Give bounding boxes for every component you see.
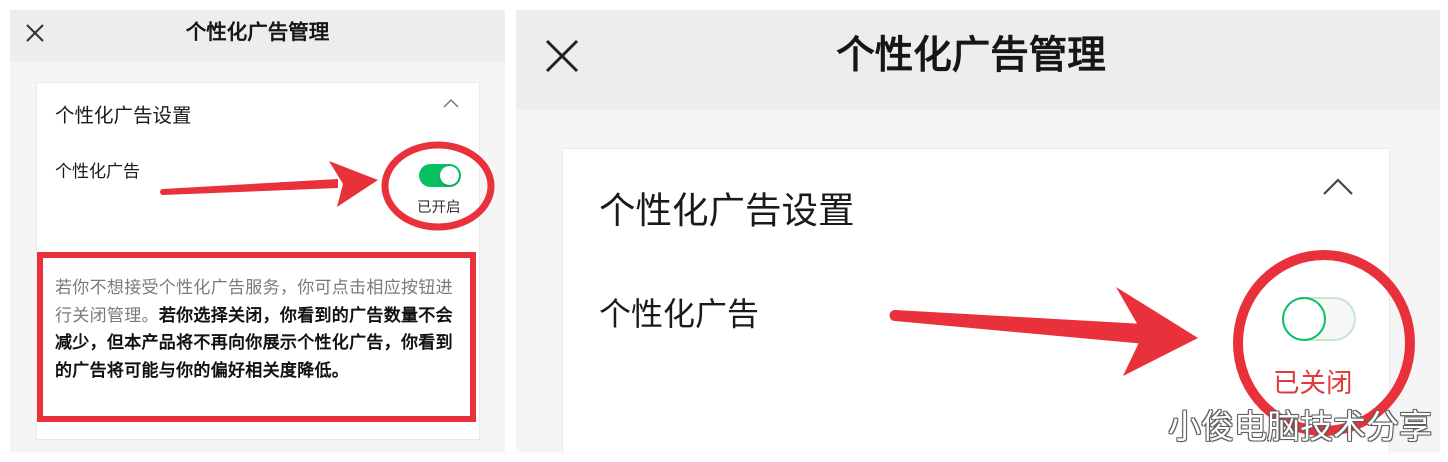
chevron-up-icon[interactable] bbox=[1322, 177, 1354, 197]
chevron-up-icon[interactable] bbox=[442, 97, 460, 109]
section-title: 个性化广告设置 bbox=[599, 190, 855, 231]
section-title: 个性化广告设置 bbox=[55, 105, 192, 127]
personalized-ad-toggle[interactable] bbox=[419, 164, 461, 187]
page-title: 个性化广告管理 bbox=[185, 21, 330, 44]
ad-settings-card: 个性化广告设置 个性化广告 已关闭 bbox=[562, 148, 1390, 452]
close-icon[interactable] bbox=[545, 39, 579, 73]
watermark: 小俊电脑技术分享 bbox=[1168, 408, 1432, 445]
ad-settings-card: 个性化广告设置 个性化广告 已开启 若你不想接受个性化广告服务，你可点击相应按钮… bbox=[36, 82, 480, 440]
description-text: 若你不想接受个性化广告服务，你可点击相应按钮进行关闭管理。若你选择关闭，你看到的… bbox=[55, 274, 457, 385]
toggle-knob bbox=[1282, 297, 1326, 341]
page-title: 个性化广告管理 bbox=[836, 34, 1106, 77]
ad-settings-panel-disabled: 个性化广告管理 个性化广告设置 个性化广告 已关闭 bbox=[516, 10, 1440, 452]
personalized-ad-row: 个性化广告 已关闭 bbox=[563, 296, 1389, 406]
toggle-status-text: 已开启 bbox=[417, 200, 461, 216]
ad-settings-panel-enabled: 个性化广告管理 个性化广告设置 个性化广告 已开启 若你不想接受个性化广告服务，… bbox=[10, 10, 505, 452]
header-bar: 个性化广告管理 bbox=[10, 10, 505, 62]
personalized-ad-toggle[interactable] bbox=[1282, 297, 1356, 341]
toggle-label: 个性化广告 bbox=[599, 296, 760, 332]
toggle-status-text: 已关闭 bbox=[1273, 368, 1353, 398]
header-bar: 个性化广告管理 bbox=[516, 10, 1440, 110]
toggle-knob bbox=[440, 166, 459, 185]
toggle-label: 个性化广告 bbox=[55, 162, 140, 181]
personalized-ad-row: 个性化广告 已开启 bbox=[37, 163, 479, 223]
